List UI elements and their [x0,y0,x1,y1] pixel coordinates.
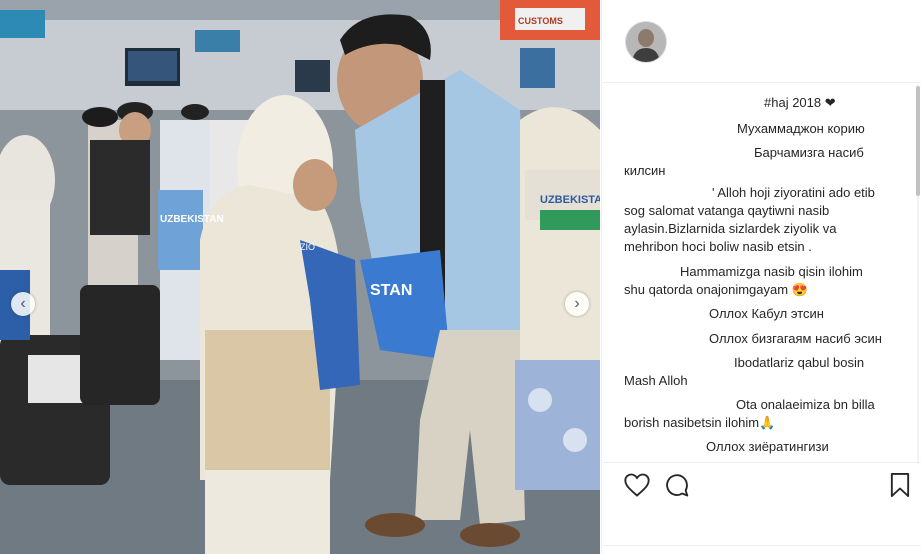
comment-text: Барчамизга насиб [754,145,864,160]
customs-sign: CUSTOMS [518,16,563,26]
comment-text: #haj 2018 ❤ [764,95,836,110]
bib-man-text: STAN [370,282,412,299]
bib-right-text: UZBEKISTAN [540,194,600,206]
avatar-image [626,22,666,62]
comment-text: borish nasibetsin ilohim🙏 [624,415,776,430]
comment-text: килсин [624,163,666,178]
comment-text: Ibodatlariz qabul bosin [734,355,865,370]
comment-text: shu qatorda onajonimgayam 😍 [624,282,808,297]
bookmark-icon[interactable] [886,471,914,499]
avatar[interactable] [625,21,667,63]
comment-text: sog salomat vatanga qaytiwni nasib [624,203,830,218]
comment-text: Ota onalaeimiza bn billa [736,397,875,412]
comment-text: Mash Alloh [624,373,688,388]
bag-tag-text: ZIO [300,242,315,252]
comments-scrollbar[interactable] [915,84,921,464]
scrollbar-thumb[interactable] [916,86,920,196]
photo-illustration: CUSTOMS STAN UZBEKISTA UZBEKISTAN ZIO [0,0,600,554]
divider [602,545,921,546]
comment-text: Оллох Кабул этсин [709,306,824,321]
post-header [602,0,921,83]
comment-icon[interactable] [663,471,691,499]
comments-list: #haj 2018 ❤ Мухаммаджон корию Барчамизга… [624,92,902,462]
post-sidebar: #haj 2018 ❤ Мухаммаджон корию Барчамизга… [601,0,921,554]
comment-text: mehribon hoci boliw nasib etsin . [624,239,812,254]
comment-text: aylasin.Bizlarnida sizlardek ziyolik va [624,221,837,236]
heart-icon[interactable] [623,471,651,499]
comment-text: Hammamizga nasib qisin ilohim [680,264,863,279]
comment-text: ' Alloh hoji ziyoratini ado etib [712,185,875,200]
post-actions [602,462,921,513]
bib-left-text: UZBEKISTAN [160,214,224,225]
comment-text: Мухаммаджон корию [737,121,865,136]
comment-text: Оллох зиёратингизи [706,439,829,454]
post-photo[interactable]: CUSTOMS STAN UZBEKISTA UZBEKISTAN ZIO ‹ … [0,0,600,554]
chevron-right-icon[interactable]: › [565,292,589,316]
chevron-left-icon[interactable]: ‹ [11,292,35,316]
comment-text: Оллох бизгагаям насиб эсин [709,331,882,346]
